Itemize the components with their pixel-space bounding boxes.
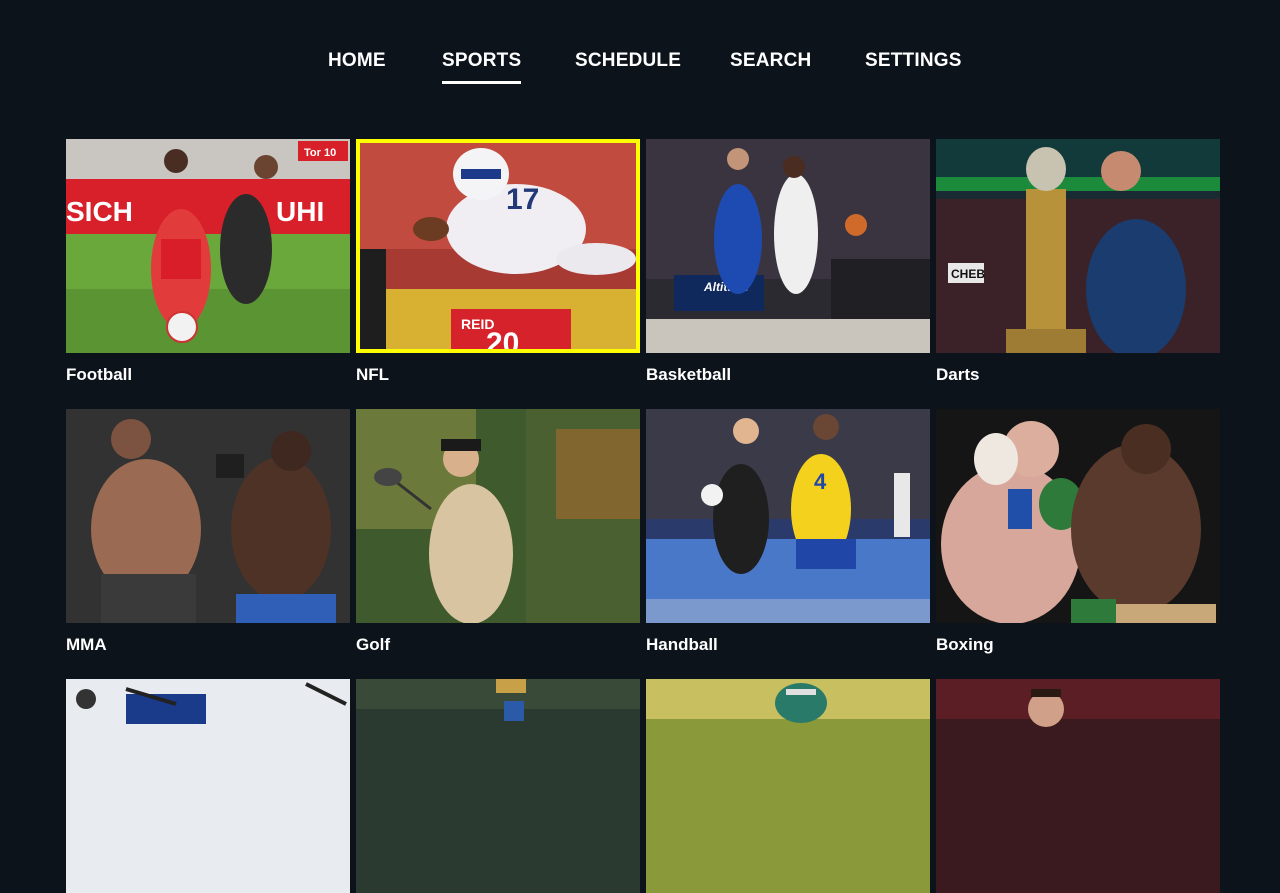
tile-mma[interactable]: MMA <box>66 409 350 654</box>
boxing-thumbnail <box>936 409 1220 623</box>
handball-jersey-number: 4 <box>814 469 827 494</box>
nav-settings[interactable]: SETTINGS <box>865 50 962 72</box>
nfl-defender-number: 20 <box>486 327 519 353</box>
svg-text:UHI: UHI <box>276 196 324 227</box>
mma-thumbnail <box>66 409 350 623</box>
tile-basketball[interactable]: Altitude Basketball <box>646 139 930 384</box>
tile-row3-1[interactable] <box>66 679 350 893</box>
top-navigation: HOME SPORTS SCHEDULE SEARCH SETTINGS <box>0 0 1280 110</box>
tile-nfl[interactable]: 17 REID 20 NFL <box>356 139 640 384</box>
basketball-thumbnail: Altitude <box>646 139 930 353</box>
nav-schedule[interactable]: SCHEDULE <box>575 50 681 72</box>
football-board-text: Tor 10 <box>304 147 336 159</box>
tile-label: Boxing <box>936 635 994 654</box>
tile-label: Golf <box>356 635 390 654</box>
tile-label: Basketball <box>646 365 732 384</box>
row3-2-thumbnail <box>356 679 640 893</box>
darts-sign-text: CHEB <box>951 267 985 281</box>
nfl-thumbnail: 17 REID 20 <box>356 139 640 353</box>
darts-thumbnail: CHEB <box>936 139 1220 353</box>
golf-thumbnail <box>356 409 640 623</box>
nfl-jersey-number: 17 <box>506 183 539 216</box>
tile-football[interactable]: SICH UHI Tor 10 Football <box>66 139 350 384</box>
tile-label: Football <box>66 365 133 384</box>
tile-label: Darts <box>936 365 980 384</box>
tile-row3-2[interactable] <box>356 679 640 893</box>
tile-row3-4[interactable] <box>936 679 1220 893</box>
row3-4-thumbnail <box>936 679 1220 893</box>
svg-text:SICH: SICH <box>66 196 133 227</box>
tile-label: MMA <box>66 635 107 654</box>
handball-thumbnail: 4 <box>646 409 930 623</box>
tile-boxing[interactable]: Boxing <box>936 409 1220 654</box>
tile-label: Handball <box>646 635 718 654</box>
nav-search[interactable]: SEARCH <box>730 50 811 72</box>
tile-handball[interactable]: 4 Handball <box>646 409 930 654</box>
row3-1-thumbnail <box>66 679 350 893</box>
tile-darts[interactable]: CHEB Darts <box>936 139 1220 384</box>
nav-home[interactable]: HOME <box>328 50 386 72</box>
football-thumbnail: SICH UHI Tor 10 <box>66 139 350 353</box>
tile-label: NFL <box>356 365 390 384</box>
nav-sports[interactable]: SPORTS <box>442 50 522 84</box>
tile-row3-3[interactable] <box>646 679 930 893</box>
row3-3-thumbnail <box>646 679 930 893</box>
tile-golf[interactable]: Golf <box>356 409 640 654</box>
